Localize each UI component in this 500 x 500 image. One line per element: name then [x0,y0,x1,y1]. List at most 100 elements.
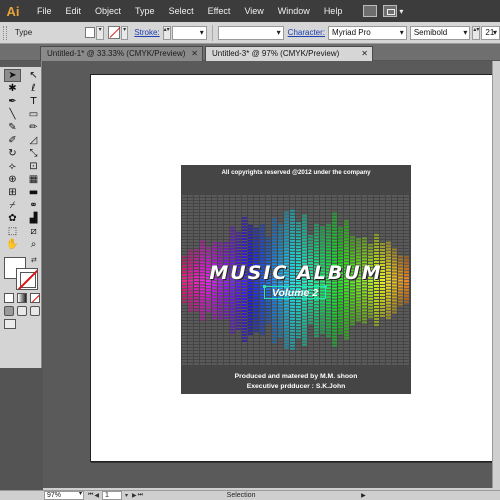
menu-window[interactable]: Window [271,0,317,22]
menu-help[interactable]: Help [317,0,350,22]
stroke-label[interactable]: Stroke: [134,28,159,37]
character-label[interactable]: Character: [288,28,325,37]
tab-untitled-3[interactable]: Untitled-3* @ 97% (CMYK/Preview) ✕ [205,46,373,61]
hand-tool[interactable]: ✋ [4,238,21,251]
panel-grip-icon[interactable] [3,25,7,40]
font-style-select[interactable]: Semibold [409,25,471,40]
artboard-tool[interactable]: ⬚ [4,225,21,238]
variable-width-profile[interactable] [217,25,284,40]
menu-view[interactable]: View [237,0,270,22]
status-menu-icon[interactable]: ▶ [361,492,366,499]
draw-normal-icon[interactable] [4,306,14,316]
gradient-mode-icon[interactable] [17,293,27,303]
previous-artboard-icon[interactable]: ◀ [94,492,99,499]
tab-untitled-1[interactable]: Untitled-1* @ 33.33% (CMYK/Preview) ✕ [40,46,203,61]
menu-object[interactable]: Object [88,0,128,22]
lasso-tool[interactable]: ℓ [25,82,42,95]
perspective-grid-tool[interactable]: ▦ [25,173,42,186]
slice-tool[interactable]: ⧄ [25,225,42,238]
document-canvas[interactable]: All copyrights reserved @2012 under the … [43,61,500,488]
eyedropper-tool[interactable]: ⌿ [4,199,21,212]
font-family-select[interactable]: Myriad Pro [328,25,407,40]
none-mode-icon[interactable] [30,293,40,303]
equalizer-bg-cell [206,222,211,224]
paintbrush-tool[interactable]: ✎ [4,121,21,134]
first-artboard-icon[interactable]: ⏮ [88,492,93,499]
stroke-weight-stepper[interactable]: ▴▾ [162,25,171,40]
equalizer-cell [224,314,229,317]
type-tool[interactable]: T [25,95,42,108]
menu-file[interactable]: File [30,0,59,22]
draw-behind-icon[interactable] [17,306,27,316]
blob-brush-tool[interactable]: ✐ [4,134,21,147]
free-transform-tool[interactable]: ⊡ [25,160,42,173]
stroke-color-box[interactable] [16,268,38,290]
equalizer-cell [218,314,223,317]
stroke-weight-field[interactable] [171,25,207,40]
next-artboard-icon[interactable]: ▶ [132,492,137,499]
eraser-tool[interactable]: ◿ [25,134,42,147]
line-tool[interactable]: ╲ [4,108,21,121]
pen-tool[interactable]: ✒ [4,95,21,108]
bridge-icon[interactable] [363,5,378,17]
fill-swatch[interactable] [85,27,96,38]
status-text[interactable]: Selection [191,492,291,499]
scale-tool[interactable]: ⤡ [25,147,42,160]
shape-builder-tool[interactable]: ⊕ [4,173,21,186]
menu-edit[interactable]: Edit [59,0,89,22]
copyright-text[interactable]: All copyrights reserved @2012 under the … [181,169,411,176]
font-size-stepper[interactable]: ▴▾ [472,25,481,40]
menu-select[interactable]: Select [162,0,201,22]
equalizer-bg-cell [314,195,319,197]
artboard-dropdown-icon[interactable]: ▾ [125,492,128,499]
volume-text-selected[interactable]: Volume 2 [263,285,327,299]
zoom-tool[interactable]: ⌕ [25,238,42,251]
equalizer-cell [230,226,235,229]
equalizer-bg-cell [212,228,217,230]
equalizer-bg-cell [182,360,187,362]
equalizer-bg-cell [248,363,253,365]
menu-type[interactable]: Type [128,0,162,22]
font-size-field[interactable]: 21 [481,25,500,40]
mesh-tool[interactable]: ⊞ [4,186,21,199]
equalizer-cell [224,254,229,257]
zoom-level-field[interactable]: 97% [44,491,84,500]
column-graph-tool[interactable]: ▟ [25,212,42,225]
equalizer-cell [356,250,361,253]
artboard[interactable]: All copyrights reserved @2012 under the … [90,74,500,462]
screen-mode-icon[interactable] [4,319,16,329]
direct-selection-tool[interactable]: ↖ [25,69,42,82]
symbol-sprayer-tool[interactable]: ✿ [4,212,21,225]
equalizer-cell [296,258,301,261]
album-cover-artwork[interactable]: All copyrights reserved @2012 under the … [181,165,411,394]
gradient-tool[interactable]: ▬ [25,186,42,199]
chevron-down-icon[interactable]: ▾ [399,7,403,16]
equalizer-cell [236,309,241,312]
menu-effect[interactable]: Effect [201,0,238,22]
stroke-swatch-dropdown[interactable]: ▾ [120,25,129,40]
equalizer-cell [206,253,211,256]
magic-wand-tool[interactable]: ✱ [4,82,21,95]
blend-tool[interactable]: ⚭ [25,199,42,212]
executive-producer-text[interactable]: Executive prdducer : S.K.John [181,383,411,390]
pencil-tool[interactable]: ✏ [25,121,42,134]
rectangle-tool[interactable]: ▭ [25,108,42,121]
close-icon[interactable]: ✕ [191,47,198,61]
equalizer-bg-cell [224,351,229,353]
selection-tool[interactable]: ➤ [4,69,21,82]
album-title[interactable]: MUSIC ALBUM [181,262,411,284]
fill-dropdown[interactable]: ▾ [96,25,104,40]
width-tool[interactable]: ⟣ [4,160,21,173]
last-artboard-icon[interactable]: ⏭ [138,492,143,499]
arrange-documents-icon[interactable] [383,5,398,17]
vertical-scrollbar[interactable] [492,61,500,488]
color-mode-icon[interactable] [4,293,14,303]
artboard-number-field[interactable]: 1 [102,491,123,500]
stroke-swatch[interactable] [107,26,120,39]
produced-by-text[interactable]: Produced and matered by M.M. shoon [181,373,411,380]
equalizer-bg-cell [374,204,379,206]
swap-fill-stroke-icon[interactable]: ⇄ [31,256,37,264]
rotate-tool[interactable]: ↻ [4,147,21,160]
close-icon[interactable]: ✕ [361,47,368,61]
draw-inside-icon[interactable] [30,306,40,316]
